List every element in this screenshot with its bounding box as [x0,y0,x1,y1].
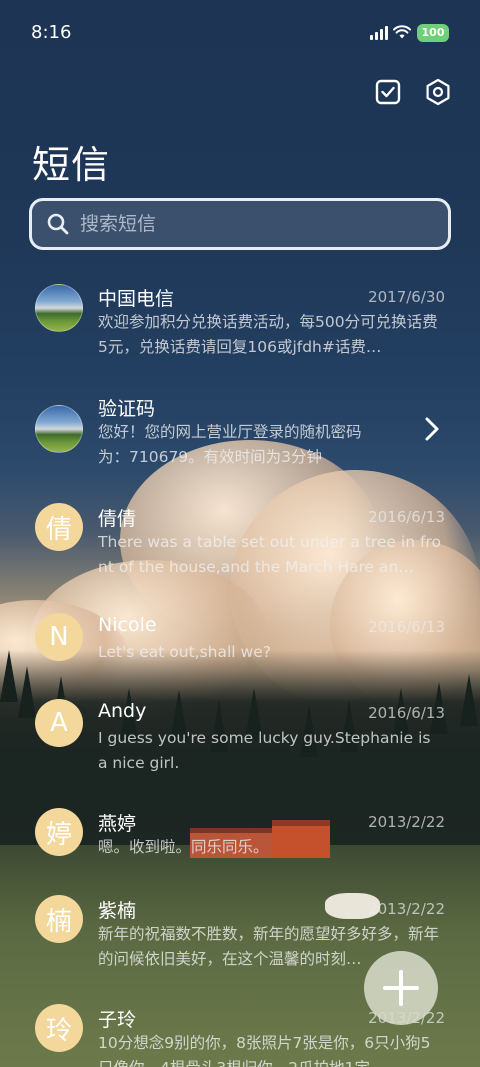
avatar: N [35,613,83,661]
contact-name: 燕婷 [98,813,137,835]
message-date: 2013/2/22 [368,813,445,831]
message-date: 2017/6/30 [368,288,445,306]
avatar: A [35,699,83,747]
message-preview: 欢迎参加积分兑换话费活动，每500分可兑换话费5元，兑换话费请回复106或jfd… [98,313,438,356]
checkbox-icon[interactable] [374,78,402,106]
avatar [35,405,83,453]
conversation-item[interactable]: 中国电信 2017/6/30 欢迎参加积分兑换话费活动，每500分可兑换话费5元… [0,280,480,380]
new-message-button[interactable] [364,951,438,1025]
conversation-item[interactable]: 验证码 您好！您的网上营业厅登录的随机密码为：710679。有效时间为3分钟 [0,390,480,490]
avatar: 倩 [35,503,83,551]
status-bar: 8:16 100 [0,0,480,66]
message-preview: I guess you're some lucky guy.Stephanie … [98,729,431,772]
plus-icon [383,970,419,1006]
contact-name: 紫楠 [98,900,137,922]
message-preview: Let's eat out,shall we? [98,643,271,661]
header-actions [374,78,452,106]
search-bar[interactable] [29,198,451,250]
message-date: 2016/6/13 [368,704,445,722]
settings-hex-icon[interactable] [424,78,452,106]
message-date: 2016/6/13 [368,618,445,636]
avatar [35,284,83,332]
conversation-item[interactable]: N Nicole 2016/6/13 Let's eat out,shall w… [0,610,480,710]
status-time: 8:16 [31,22,72,43]
battery-icon: 100 [417,24,449,42]
contact-name: Andy [98,700,147,722]
page-title: 短信 [32,143,111,187]
avatar: 玲 [35,1004,83,1052]
conversation-item[interactable]: A Andy 2016/6/13 I guess you're some luc… [0,696,480,796]
contact-name: 验证码 [98,398,156,420]
message-preview: 10分想念9别的你，8张照片7张是你，6只小狗5只像你，4根骨头3根归你，2爪拍… [98,1034,431,1067]
contact-name: Nicole [98,614,157,636]
message-preview: 嗯。收到啦。同乐同乐。 [98,838,269,856]
search-icon [47,213,69,235]
avatar: 婷 [35,808,83,856]
message-date: 2016/6/13 [368,508,445,526]
cellular-signal-icon [370,26,388,40]
contact-name: 子玲 [98,1009,137,1031]
message-date: 2013/2/22 [368,900,445,918]
message-preview: 您好！您的网上营业厅登录的随机密码为：710679。有效时间为3分钟 [98,423,362,466]
search-input[interactable] [80,213,410,235]
message-preview: There was a table set out under a tree i… [98,533,441,576]
conversation-item[interactable]: 婷 燕婷 2013/2/22 嗯。收到啦。同乐同乐。 [0,805,480,905]
avatar: 楠 [35,895,83,943]
chevron-right-icon [425,417,439,441]
wifi-icon [393,25,411,39]
conversation-item[interactable]: 倩 倩倩 2016/6/13 There was a table set out… [0,500,480,600]
contact-name: 倩倩 [98,508,137,530]
contact-name: 中国电信 [98,288,175,310]
